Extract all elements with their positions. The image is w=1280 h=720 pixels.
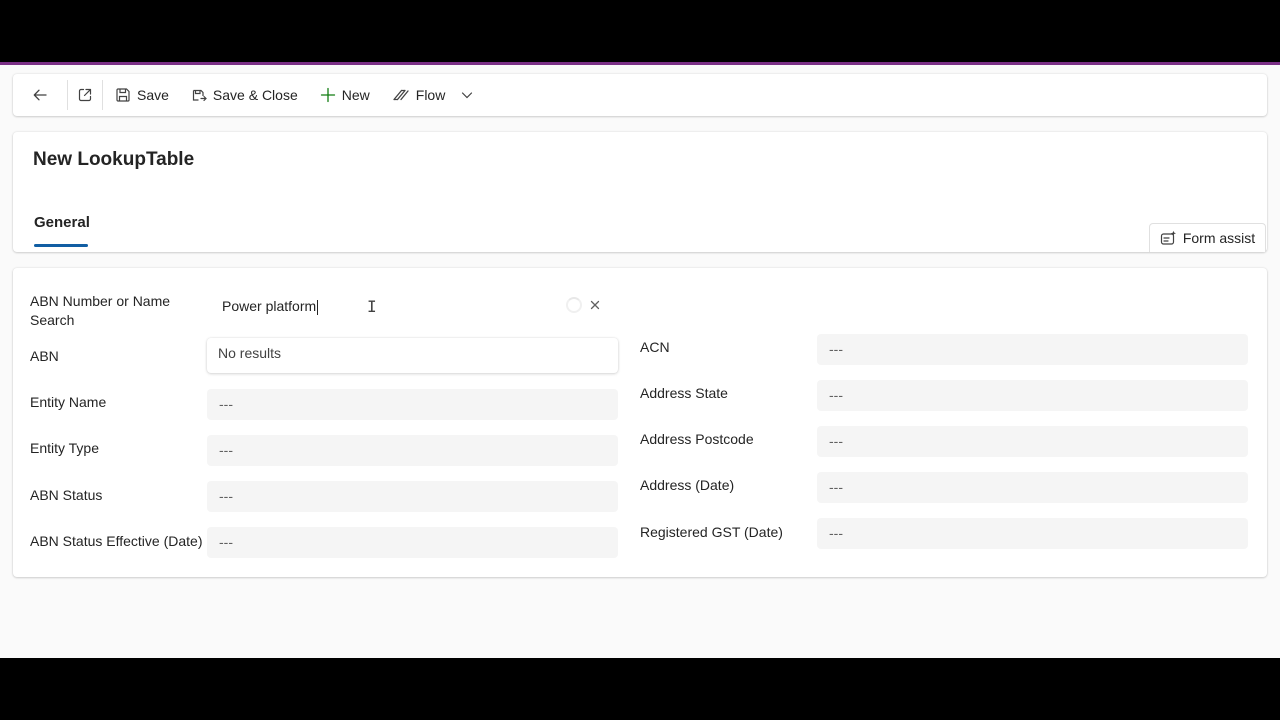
form-assist-button[interactable]: Form assist — [1149, 223, 1266, 252]
close-icon — [590, 300, 600, 310]
chevron-down-icon — [462, 92, 473, 99]
top-black-bar — [0, 0, 1280, 62]
open-in-new-window-button[interactable] — [68, 74, 102, 116]
address-date-field[interactable]: --- — [817, 472, 1248, 503]
command-bar: Save Save & Close New Flow — [13, 74, 1267, 116]
field-label-registered-gst: Registered GST (Date) — [640, 524, 783, 540]
back-button[interactable] — [13, 74, 67, 116]
toolbar-divider — [102, 80, 103, 110]
field-label-abn: ABN — [30, 348, 59, 364]
field-label-address-state: Address State — [640, 385, 728, 401]
field-label-abn-status: ABN Status — [30, 487, 103, 503]
save-button[interactable]: Save — [115, 74, 169, 116]
save-close-label: Save & Close — [212, 87, 298, 103]
form-header: New LookupTable General Form assist — [13, 132, 1267, 252]
flow-icon — [393, 89, 409, 101]
clear-search-button[interactable] — [588, 297, 602, 313]
field-label-acn: ACN — [640, 339, 670, 355]
address-postcode-field[interactable]: --- — [817, 426, 1248, 457]
add-icon — [320, 87, 335, 103]
page-title: New LookupTable — [33, 149, 195, 170]
entity-name-field[interactable]: --- — [207, 389, 618, 420]
app-surface: Save Save & Close New Flow New LookupTab… — [0, 65, 1280, 658]
bottom-black-bar — [0, 658, 1280, 720]
address-state-field[interactable]: --- — [817, 380, 1248, 411]
abn-search-input-value: Power platform — [222, 298, 317, 314]
save-label: Save — [137, 87, 169, 103]
form-assist-label: Form assist — [1182, 230, 1256, 246]
abn-search-input[interactable]: Power platform — [207, 290, 618, 322]
save-close-icon — [192, 89, 207, 102]
tab-general[interactable]: General — [34, 214, 90, 231]
text-caret — [317, 299, 319, 315]
field-label-address-date: Address (Date) — [640, 477, 735, 493]
field-label-entity-name: Entity Name — [30, 394, 107, 410]
save-and-close-button[interactable]: Save & Close — [191, 74, 298, 116]
no-results-text: No results — [218, 345, 282, 361]
entity-type-field[interactable]: --- — [207, 435, 618, 466]
flow-label: Flow — [415, 87, 446, 103]
new-button[interactable]: New — [320, 74, 370, 116]
abn-status-field[interactable]: --- — [207, 481, 618, 512]
registered-gst-field[interactable]: --- — [817, 518, 1248, 549]
flow-button[interactable]: Flow — [392, 74, 446, 116]
form-section: ABN Number or Name Search ABN Entity Nam… — [13, 268, 1267, 577]
open-in-new-window-icon — [78, 88, 92, 102]
lookup-field-label: ABN Number or Name Search — [30, 293, 171, 328]
form-assist-icon — [1160, 230, 1176, 245]
more-commands-button[interactable] — [461, 74, 473, 116]
new-label: New — [341, 87, 370, 103]
field-label-address-postcode: Address Postcode — [640, 431, 754, 447]
arrow-left-icon — [33, 89, 47, 101]
lookup-results-dropdown: No results — [207, 338, 618, 373]
text-cursor-icon: I — [367, 297, 377, 316]
loading-spinner-icon — [566, 297, 582, 313]
abn-status-effective-field[interactable]: --- — [207, 527, 618, 558]
field-label-abn-status-effective: ABN Status Effective (Date) — [30, 533, 203, 549]
field-label-entity-type: Entity Type — [30, 440, 100, 456]
acn-field[interactable]: --- — [817, 334, 1248, 365]
save-icon — [116, 88, 130, 102]
tab-selected-indicator — [34, 244, 88, 247]
